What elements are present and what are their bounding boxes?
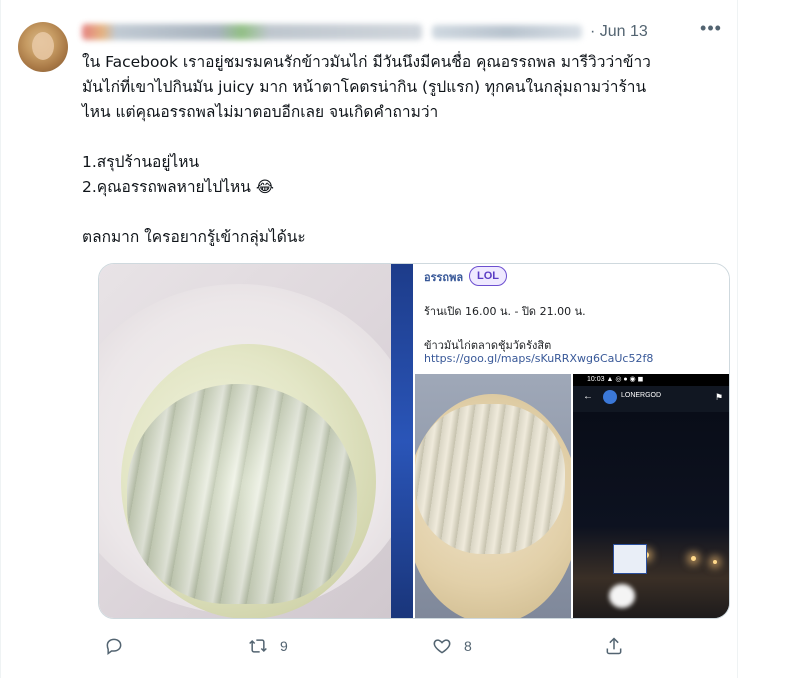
- like-count: 8: [464, 638, 472, 654]
- street-light: [691, 556, 696, 561]
- share-button[interactable]: [604, 628, 624, 664]
- like-button[interactable]: 8: [432, 628, 472, 664]
- media-photo-night-street[interactable]: 10:03 ▲ ◎ ● ◉ ◼ ← LONERGOD ⚑: [573, 374, 729, 618]
- blurred-person: [609, 584, 635, 608]
- reply-icon: [106, 638, 122, 655]
- tweet-line: 1.สรุปร้านอยู่ไหน: [82, 153, 200, 171]
- timeline-right-border: [737, 0, 738, 678]
- reply-button[interactable]: [104, 628, 124, 664]
- phone-app-title: LONERGOD: [621, 392, 662, 399]
- media-photo-post-screenshot[interactable]: อรรถพล LOL ร้านเปิด 16.00 น. - ปิด 21.00…: [415, 264, 729, 372]
- avatar[interactable]: [18, 22, 68, 72]
- blue-background-strip: [391, 264, 413, 618]
- avatar-face: [32, 32, 54, 60]
- author-name-redacted[interactable]: [82, 24, 422, 40]
- more-horizontal-icon[interactable]: •••: [694, 18, 728, 44]
- chicken-closeup: [415, 404, 565, 554]
- tweet-line: ใน Facebook เราอยู่ชมรมคนรักข้าวมันไก่ ม…: [82, 53, 651, 71]
- retweet-count: 9: [280, 638, 288, 654]
- tweet-media-grid: อรรถพล LOL ร้านเปิด 16.00 น. - ปิด 21.00…: [98, 263, 730, 619]
- back-arrow-icon: ←: [583, 391, 593, 402]
- media-photo-chicken-rice[interactable]: [99, 264, 413, 618]
- post-author-name: อรรถพล: [424, 271, 464, 284]
- tweet-line: ไหน แต่คุณอรรถพลไม่มาตอบอีกเลย จนเกิดคำถ…: [82, 103, 439, 121]
- retweet-button[interactable]: 9: [248, 628, 288, 664]
- tweet-line: 2.คุณอรรถพลหายไปไหน 😂: [82, 178, 274, 196]
- heart-icon: [433, 639, 451, 654]
- share-icon: [606, 637, 622, 655]
- retweet-icon: [249, 639, 267, 653]
- timeline-left-border: [0, 0, 1, 678]
- channel-avatar: [603, 390, 617, 404]
- author-handle-redacted[interactable]: [432, 25, 582, 39]
- flag-icon: ⚑: [714, 392, 723, 402]
- night-street-scene: [573, 412, 729, 618]
- tweet-line: ตลกมาก ใครอยากรู้เข้ากลุ่มได้นะ: [82, 228, 306, 246]
- tweet-line: มันไก่ที่เขาไปกินมัน juicy มาก หน้าตาโคต…: [82, 78, 647, 96]
- lol-badge: LOL: [469, 266, 507, 286]
- tweet-header: · Jun 13 •••: [82, 18, 728, 46]
- tweet-time[interactable]: · Jun 13: [590, 23, 648, 41]
- media-photo-chicken-closeup[interactable]: [415, 374, 571, 618]
- phone-status-bar: 10:03 ▲ ◎ ● ◉ ◼: [573, 374, 729, 386]
- tweet-text: ใน Facebook เราอยู่ชมรมคนรักข้าวมันไก่ ม…: [82, 50, 728, 250]
- post-map-link: https://goo.gl/maps/sKuRRXwg6CaUc52f8: [424, 352, 654, 365]
- tweet-actions: 9 8: [98, 628, 658, 668]
- street-light: [713, 560, 717, 564]
- post-hours: ร้านเปิด 16.00 น. - ปิด 21.00 น.: [424, 305, 586, 318]
- shop-sign: [613, 544, 647, 574]
- phone-app-bar: ← LONERGOD ⚑: [573, 386, 729, 412]
- tweet[interactable]: · Jun 13 ••• ใน Facebook เราอยู่ชมรมคนรั…: [18, 0, 732, 678]
